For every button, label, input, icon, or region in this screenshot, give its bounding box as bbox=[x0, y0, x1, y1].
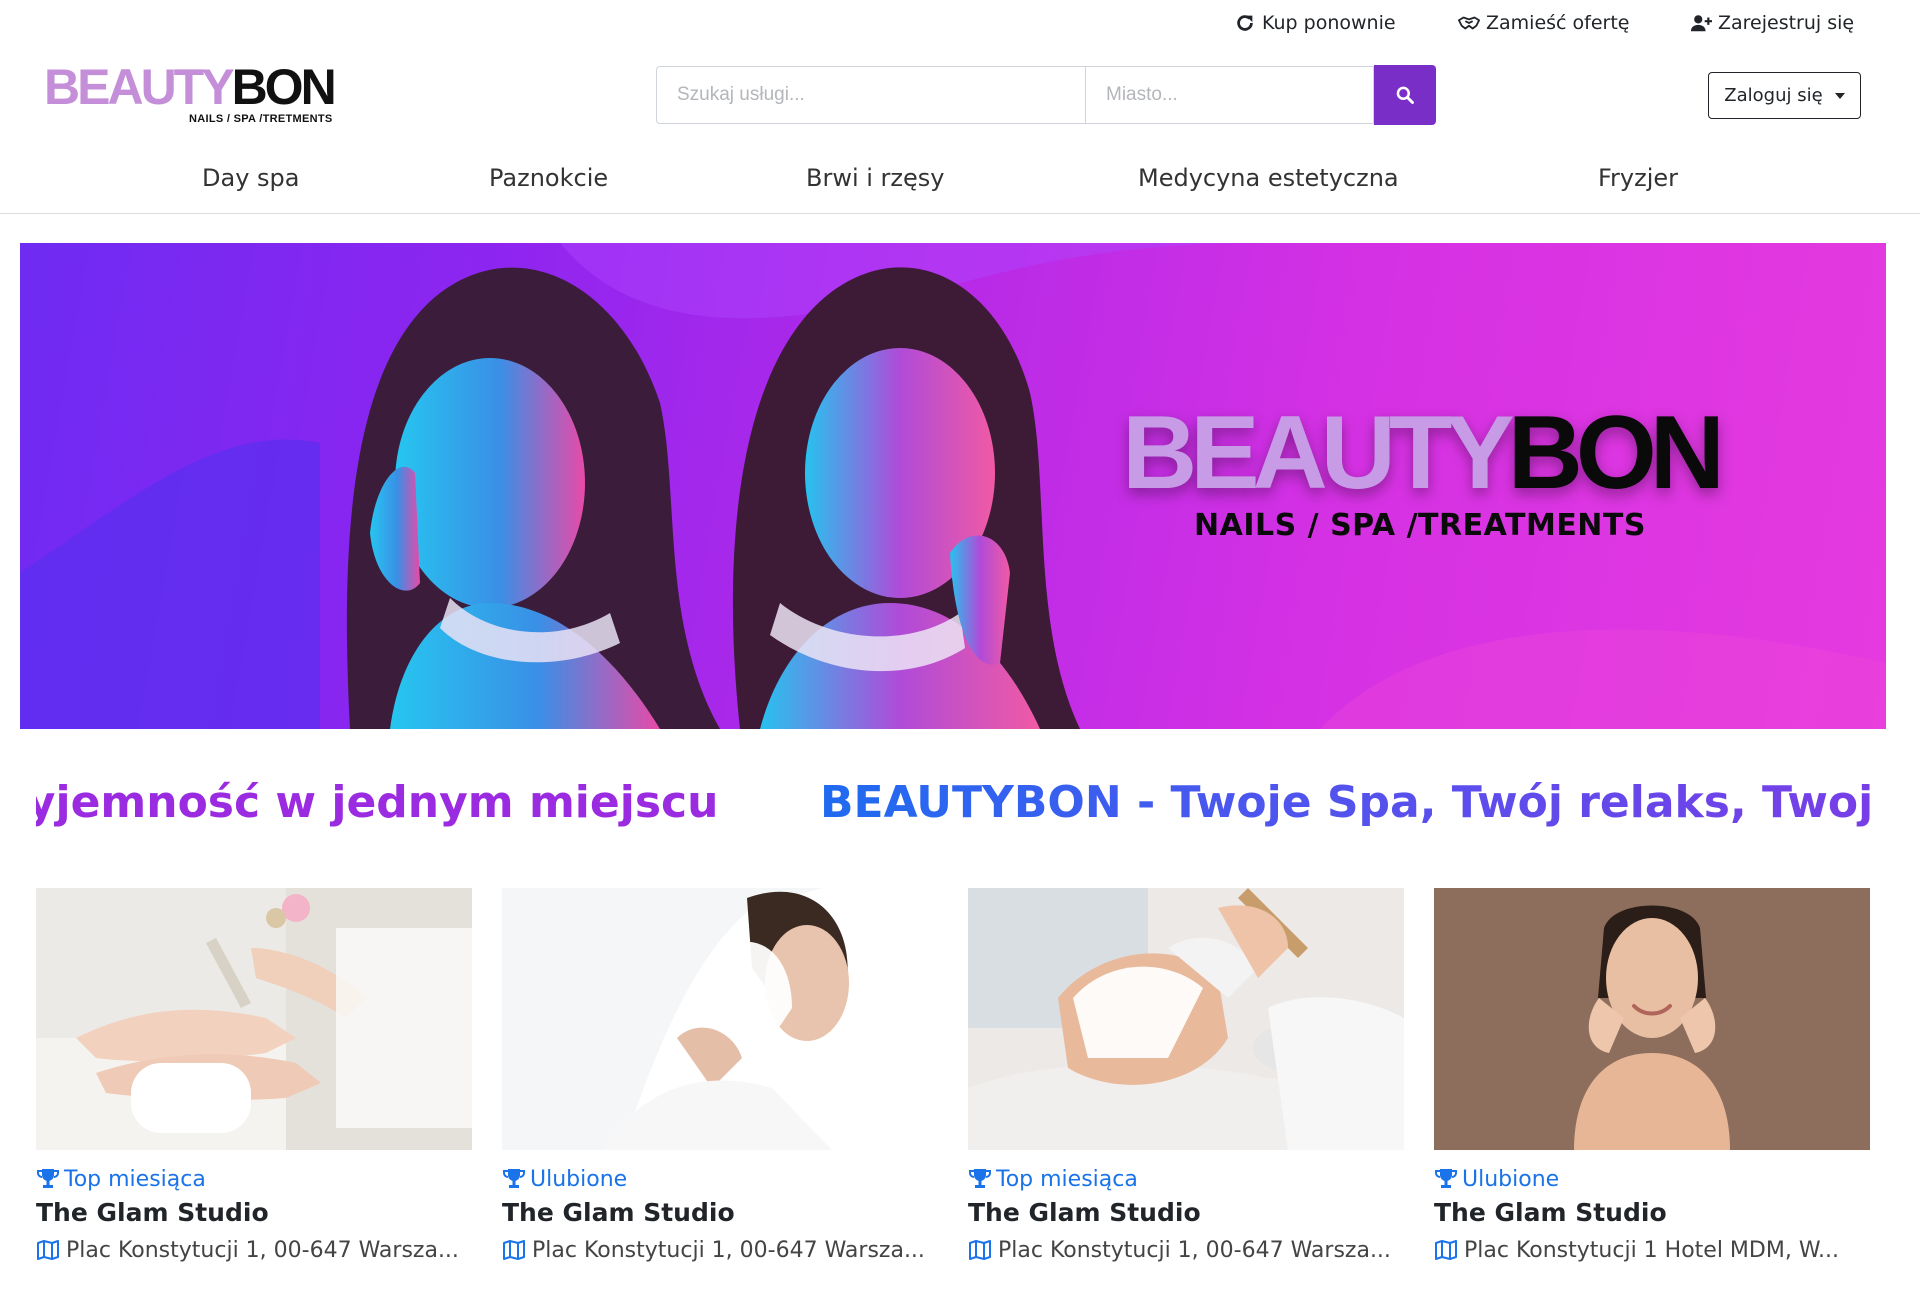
card-badge-label: Ulubione bbox=[530, 1166, 628, 1192]
login-label: Zaloguj się bbox=[1724, 85, 1823, 106]
category-day-spa[interactable]: Day spa bbox=[202, 164, 299, 192]
category-paznokcie[interactable]: Paznokcie bbox=[489, 164, 608, 192]
card-badge-label: Top miesiąca bbox=[996, 1166, 1138, 1192]
top-bar: Kup ponownie Zamieść ofertę Zarejestruj … bbox=[0, 0, 1920, 46]
map-icon bbox=[969, 1240, 991, 1260]
trophy-icon bbox=[1435, 1169, 1457, 1188]
search-button[interactable] bbox=[1374, 65, 1436, 125]
banner-brand-b: BON bbox=[1507, 395, 1725, 511]
post-offer-link[interactable]: Zamieść ofertę bbox=[1458, 10, 1629, 36]
card-title[interactable]: The Glam Studio bbox=[502, 1198, 938, 1234]
card-badge-label: Ulubione bbox=[1462, 1166, 1560, 1192]
service-search-input[interactable] bbox=[656, 66, 1086, 124]
banner-brand-a: BEAUTY bbox=[1122, 395, 1515, 511]
card-badge: Top miesiąca bbox=[36, 1164, 472, 1194]
site-logo[interactable]: BEAUTYBON NAILS / SPA /TRETMENTS bbox=[44, 62, 364, 132]
chevron-down-icon bbox=[1834, 92, 1845, 99]
map-icon bbox=[37, 1240, 59, 1260]
salon-card[interactable]: Top miesiąca The Glam Studio Plac Konsty… bbox=[36, 888, 472, 1266]
card-address-text: Plac Konstytucji 1 Hotel MDM, W... bbox=[1464, 1237, 1840, 1263]
refresh-icon bbox=[1237, 15, 1253, 31]
category-brwi-rzesy[interactable]: Brwi i rzęsy bbox=[806, 164, 945, 192]
hero-banner[interactable]: BEAUTYBON NAILS / SPA /TREATMENTS bbox=[20, 243, 1886, 729]
category-fryzjer[interactable]: Fryzjer bbox=[1598, 164, 1678, 192]
card-address: Plac Konstytucji 1 Hotel MDM, W... bbox=[1434, 1234, 1874, 1266]
buy-again-label: Kup ponownie bbox=[1262, 12, 1396, 34]
trophy-icon bbox=[503, 1169, 525, 1188]
card-title[interactable]: The Glam Studio bbox=[1434, 1198, 1870, 1234]
card-image-facial-mask[interactable] bbox=[968, 888, 1404, 1150]
handshake-icon bbox=[1458, 16, 1480, 30]
trophy-icon bbox=[37, 1169, 59, 1188]
card-badge-label: Top miesiąca bbox=[64, 1166, 206, 1192]
trophy-icon bbox=[969, 1169, 991, 1188]
logo-part-b: BON bbox=[231, 59, 337, 115]
user-plus-icon bbox=[1690, 15, 1712, 32]
card-address-text: Plac Konstytucji 1, 00-647 Warsza... bbox=[998, 1237, 1391, 1263]
search-icon bbox=[1396, 86, 1414, 104]
post-offer-label: Zamieść ofertę bbox=[1486, 12, 1630, 34]
banner-brand: BEAUTYBON NAILS / SPA /TREATMENTS bbox=[1080, 398, 1760, 543]
logo-part-a: BEAUTY bbox=[44, 59, 235, 115]
card-address: Plac Konstytucji 1, 00-647 Warsza... bbox=[36, 1234, 476, 1266]
salon-card[interactable]: Ulubione The Glam Studio Plac Konstytucj… bbox=[1434, 888, 1870, 1266]
buy-again-link[interactable]: Kup ponownie bbox=[1234, 10, 1396, 36]
marquee-text: przyjemność w jednym miejscu BEAUTYBON -… bbox=[36, 770, 1872, 840]
card-badge: Top miesiąca bbox=[968, 1164, 1404, 1194]
category-nav: Day spa Paznokcie Brwi i rzęsy Medycyna … bbox=[0, 160, 1920, 214]
register-link[interactable]: Zarejestruj się bbox=[1690, 10, 1854, 36]
marquee-segment-1: przyjemność w jednym miejscu bbox=[36, 777, 719, 828]
map-icon bbox=[503, 1240, 525, 1260]
marquee-segment-2: BEAUTYBON - Twoje Spa, Twój relaks, Twoj… bbox=[820, 770, 1872, 836]
card-address-text: Plac Konstytucji 1, 00-647 Warsza... bbox=[532, 1237, 925, 1263]
city-search-input[interactable] bbox=[1086, 66, 1374, 124]
card-image-bride-veil[interactable] bbox=[502, 888, 938, 1150]
salon-card[interactable]: Ulubione The Glam Studio Plac Konstytucj… bbox=[502, 888, 938, 1266]
banner-tagline: NAILS / SPA /TREATMENTS bbox=[1194, 508, 1646, 543]
card-badge: Ulubione bbox=[1434, 1164, 1870, 1194]
login-dropdown-button[interactable]: Zaloguj się bbox=[1708, 72, 1861, 119]
card-address: Plac Konstytucji 1, 00-647 Warsza... bbox=[968, 1234, 1408, 1266]
card-address-text: Plac Konstytucji 1, 00-647 Warsza... bbox=[66, 1237, 459, 1263]
card-badge: Ulubione bbox=[502, 1164, 938, 1194]
card-title[interactable]: The Glam Studio bbox=[36, 1198, 472, 1234]
register-label: Zarejestruj się bbox=[1718, 12, 1855, 34]
search-form bbox=[656, 65, 1436, 125]
card-image-skincare-portrait[interactable] bbox=[1434, 888, 1870, 1150]
salon-card[interactable]: Top miesiąca The Glam Studio Plac Konsty… bbox=[968, 888, 1404, 1266]
logo-tagline: NAILS / SPA /TRETMENTS bbox=[189, 113, 333, 125]
card-title[interactable]: The Glam Studio bbox=[968, 1198, 1404, 1234]
map-icon bbox=[1435, 1240, 1457, 1260]
card-address: Plac Konstytucji 1, 00-647 Warsza... bbox=[502, 1234, 942, 1266]
category-medycyna-estetyczna[interactable]: Medycyna estetyczna bbox=[1138, 164, 1399, 192]
card-image-manicure[interactable] bbox=[36, 888, 472, 1150]
